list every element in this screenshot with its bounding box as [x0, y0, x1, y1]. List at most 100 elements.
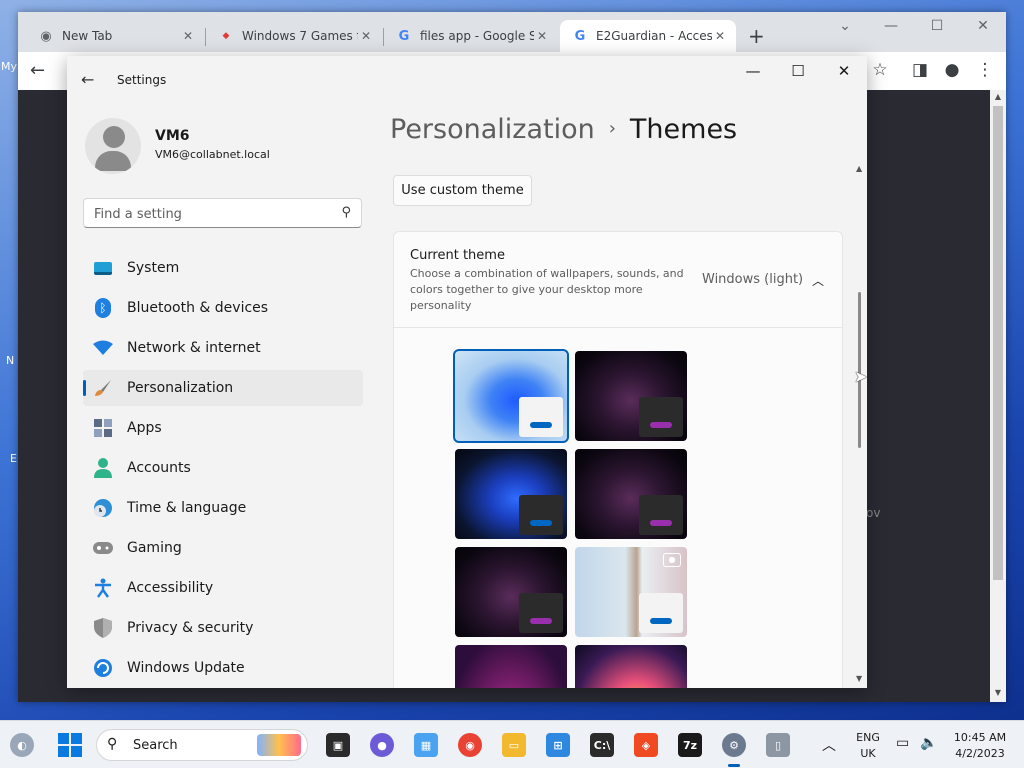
brave-icon[interactable]: ◈ [634, 733, 658, 757]
sidebar-item-label: Time & language [127, 500, 247, 516]
close-icon[interactable]: ✕ [712, 29, 728, 43]
theme-thumbnail-spotlight[interactable]: ● [575, 547, 687, 637]
use-custom-theme-button[interactable]: Use custom theme [393, 175, 532, 206]
tab-new-tab[interactable]: ◉ New Tab ✕ [26, 20, 204, 52]
minimize-icon[interactable]: — [743, 62, 763, 80]
scrollbar-thumb[interactable] [993, 106, 1003, 580]
task-view-icon[interactable]: ▣ [326, 733, 350, 757]
scroll-down-icon[interactable]: ▼ [990, 688, 1006, 697]
sidebar-item-network[interactable]: Network & internet [83, 330, 363, 366]
chat-icon[interactable]: ● [370, 733, 394, 757]
side-panel-icon[interactable]: ◨ [909, 60, 931, 80]
microsoft-store-icon[interactable]: ⊞ [546, 733, 570, 757]
breadcrumb: Personalization › Themes [390, 114, 737, 145]
taskbar-search[interactable]: ⚲ Search [96, 729, 308, 761]
sidebar-item-label: Personalization [127, 380, 234, 396]
desktop-label: E [10, 452, 17, 465]
tab-e2guardian[interactable]: G E2Guardian - Access ✕ [560, 20, 736, 52]
language-indicator-line2[interactable]: UK [852, 747, 884, 760]
scroll-up-icon[interactable]: ▲ [856, 164, 862, 173]
clock-date[interactable]: 4/2/2023 [948, 747, 1012, 760]
sidebar-item-accounts[interactable]: Accounts [83, 450, 363, 486]
close-icon[interactable]: ✕ [358, 29, 374, 43]
camera-icon: ● [663, 553, 681, 567]
mouse-cursor-icon: ➤ [854, 367, 868, 386]
sidebar-item-label: Apps [127, 420, 162, 436]
tab-files-app[interactable]: G files app - Google Se ✕ [384, 20, 558, 52]
new-tab-button[interactable]: + [748, 24, 765, 48]
settings-nav: System ᛒ Bluetooth & devices Network & i… [83, 250, 363, 688]
theme-thumbnail-flow[interactable] [575, 645, 687, 688]
current-theme-header[interactable]: Current theme Choose a combination of wa… [394, 232, 842, 328]
update-icon [93, 658, 113, 678]
show-hidden-icons-chevron-icon[interactable]: ︿ [822, 735, 836, 755]
theme-thumbnail-glow-dark[interactable] [575, 351, 687, 441]
chrome-icon[interactable]: ◉ [458, 733, 482, 757]
tab-title: New Tab [62, 29, 113, 43]
tab-title: Windows 7 Games fo [242, 29, 358, 43]
language-indicator-line1[interactable]: ENG [852, 731, 884, 744]
theme-preview-window [639, 397, 683, 437]
theme-thumbnail-glow[interactable] [575, 449, 687, 539]
sidebar-item-privacy[interactable]: Privacy & security [83, 610, 363, 646]
search-input[interactable] [94, 204, 324, 224]
terminal-icon[interactable]: C:\ [590, 733, 614, 757]
close-icon[interactable]: ✕ [534, 29, 550, 43]
close-icon[interactable]: ✕ [973, 18, 993, 34]
theme-preview-window [519, 593, 563, 633]
user-email: VM6@collabnet.local [155, 148, 270, 161]
breadcrumb-parent[interactable]: Personalization [390, 114, 595, 145]
scroll-down-icon[interactable]: ▼ [856, 674, 862, 683]
sidebar-item-accessibility[interactable]: Accessibility [83, 570, 363, 606]
seven-zip-icon[interactable]: 7z [678, 733, 702, 757]
sidebar-item-apps[interactable]: Apps [83, 410, 363, 446]
maximize-icon[interactable]: ☐ [788, 62, 808, 80]
search-icon[interactable]: ⚲ [341, 205, 351, 220]
sidebar-item-gaming[interactable]: Gaming [83, 530, 363, 566]
close-icon[interactable]: ✕ [834, 62, 854, 80]
back-arrow-icon[interactable]: ← [81, 70, 94, 89]
menu-dots-icon[interactable]: ⋮ [974, 60, 996, 80]
bookmark-star-icon[interactable]: ☆ [869, 60, 891, 80]
tab-strip: ◉ New Tab ✕ ◆ Windows 7 Games fo ✕ G fil… [18, 12, 1006, 52]
maximize-icon[interactable]: ☐ [927, 18, 947, 34]
browser-scrollbar[interactable]: ▲ ▼ [990, 90, 1006, 702]
games-icon: ◆ [222, 31, 230, 41]
device-icon[interactable]: ▯ [766, 733, 790, 757]
close-icon[interactable]: ✕ [180, 29, 196, 43]
sidebar-item-label: Windows Update [127, 660, 245, 676]
back-arrow-icon[interactable]: ← [30, 60, 45, 81]
sidebar-item-time-language[interactable]: Time & language [83, 490, 363, 526]
tab-search-chevron-icon[interactable]: ⌄ [835, 18, 855, 34]
chevron-up-icon[interactable]: ︿ [812, 272, 824, 289]
start-icon[interactable] [58, 733, 82, 757]
desktop-label: My [1, 60, 18, 73]
chevron-right-icon: › [608, 118, 616, 139]
clock-globe-icon [93, 498, 113, 518]
profile-icon[interactable]: ● [941, 60, 963, 80]
sidebar-item-label: Network & internet [127, 340, 261, 356]
minimize-icon[interactable]: — [881, 18, 901, 34]
avatar[interactable] [85, 118, 141, 174]
page-text: ov [866, 506, 881, 520]
theme-thumbnail-windows-dark[interactable] [455, 449, 567, 539]
sidebar-item-personalization[interactable]: Personalization [83, 370, 363, 406]
store-grid-icon[interactable]: ▦ [414, 733, 438, 757]
widgets-icon[interactable]: ◐ [10, 733, 34, 757]
settings-search: ⚲ [83, 198, 362, 228]
theme-thumbnail-sunrise[interactable] [455, 645, 567, 688]
network-icon[interactable]: ▭ [896, 735, 909, 751]
scroll-up-icon[interactable]: ▲ [990, 92, 1006, 101]
sidebar-item-system[interactable]: System [83, 250, 363, 286]
volume-icon[interactable]: 🔈 [920, 735, 937, 751]
clock-time[interactable]: 10:45 AM [948, 731, 1012, 744]
sidebar-item-windows-update[interactable]: Windows Update [83, 650, 363, 686]
file-explorer-icon[interactable]: ▭ [502, 733, 526, 757]
accent-swatch [650, 520, 672, 526]
settings-gear-icon[interactable]: ⚙ [722, 733, 746, 757]
tab-windows-7-games[interactable]: ◆ Windows 7 Games fo ✕ [206, 20, 382, 52]
theme-thumbnail-captured-motion[interactable] [455, 547, 567, 637]
sidebar-item-label: Bluetooth & devices [127, 300, 269, 316]
theme-thumbnail-windows-light[interactable] [453, 349, 569, 443]
sidebar-item-bluetooth[interactable]: ᛒ Bluetooth & devices [83, 290, 363, 326]
